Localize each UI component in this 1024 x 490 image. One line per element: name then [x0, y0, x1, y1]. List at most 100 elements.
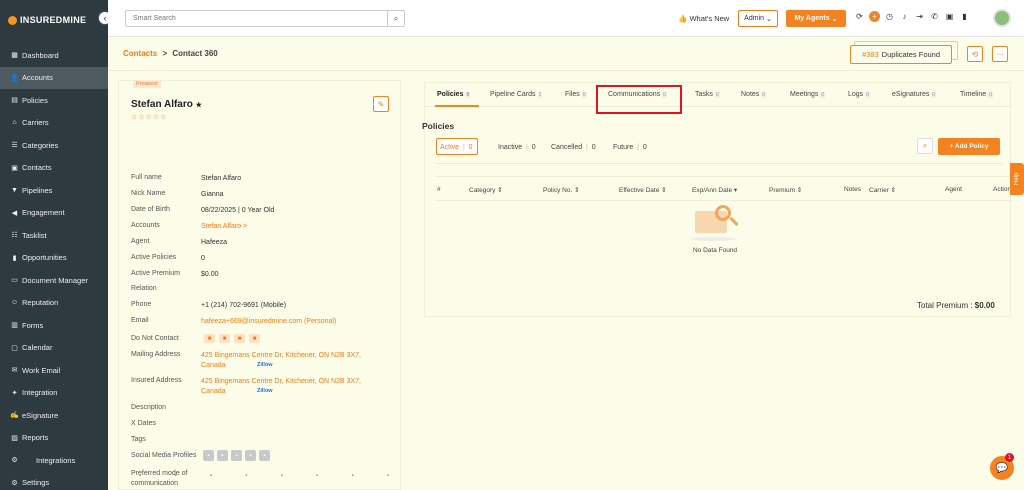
- sync-button[interactable]: ⟲: [967, 46, 983, 62]
- zillow-link[interactable]: Zillow: [257, 362, 273, 368]
- sidebar-item-accounts[interactable]: 👤 Accounts: [0, 66, 108, 89]
- sidebar-item-work-email[interactable]: ✉ Work Email: [0, 359, 108, 382]
- bell-icon[interactable]: ♪: [897, 12, 912, 21]
- filter-cancelled[interactable]: Cancelled | 0: [551, 144, 596, 151]
- action-icon[interactable]: ▪: [351, 473, 353, 479]
- linkedin-icon[interactable]: ▪: [203, 450, 214, 461]
- column-header[interactable]: Policy No. ⇕: [543, 186, 580, 194]
- tab-count: 0: [988, 92, 993, 98]
- plus-icon[interactable]: +: [869, 11, 880, 22]
- instagram-icon[interactable]: ▪: [245, 450, 256, 461]
- device-icon[interactable]: ▮: [957, 12, 972, 21]
- tab-esignatures[interactable]: eSignatures 0: [892, 91, 937, 98]
- edit-contact-button[interactable]: ✎: [373, 96, 389, 112]
- no-data-text: No Data Found: [692, 247, 738, 254]
- brand-logo[interactable]: INSUREDMINE: [0, 0, 108, 40]
- clock-icon[interactable]: ◷: [882, 12, 897, 21]
- add-policy-button[interactable]: + Add Policy: [938, 138, 1000, 155]
- sidebar-item-reputation[interactable]: ☺ Reputation: [0, 292, 108, 315]
- tab-tasks[interactable]: Tasks 0: [695, 91, 720, 98]
- refresh-icon[interactable]: ⟳: [852, 12, 867, 21]
- whats-new-link[interactable]: 👍 What's New: [678, 14, 729, 23]
- column-header[interactable]: Exp/Ann Date ▾: [692, 186, 737, 194]
- field-value[interactable]: 425 Bingemans Centre Dr, Kitchener, ON N…: [201, 377, 371, 397]
- field-label: Social Media Profiles: [131, 452, 197, 459]
- sidebar-item-policies[interactable]: ▤ Policies: [0, 89, 108, 112]
- field-value[interactable]: Stefan Alfaro >: [201, 222, 371, 232]
- globe-icon[interactable]: ▪: [259, 450, 270, 461]
- sidebar-item-engagement[interactable]: ◀ Engagement: [0, 202, 108, 225]
- column-header: #: [437, 186, 441, 193]
- facebook-icon[interactable]: ▪: [217, 450, 228, 461]
- sidebar-item-calendar[interactable]: ▢ Calendar: [0, 337, 108, 360]
- sidebar-item-forms[interactable]: ▥ Forms: [0, 314, 108, 337]
- duplicates-found-button[interactable]: #383 Duplicates Found: [850, 45, 952, 64]
- search-input[interactable]: [126, 11, 387, 26]
- filter-label: Inactive: [498, 144, 523, 151]
- column-header[interactable]: Category ⇕: [469, 186, 503, 194]
- column-header[interactable]: Premium ⇕: [769, 186, 802, 194]
- field-value[interactable]: 425 Bingemans Centre Dr, Kitchener, ON N…: [201, 351, 371, 371]
- action-icon[interactable]: ▪: [281, 473, 283, 479]
- filter-active[interactable]: Active | 0: [440, 144, 473, 151]
- person-icon: 👤: [10, 74, 19, 82]
- policy-search-button[interactable]: ⌕: [917, 138, 933, 154]
- tab-files[interactable]: Files 0: [565, 91, 587, 98]
- more-options-button[interactable]: ···: [992, 46, 1008, 62]
- chip-icon[interactable]: ▣: [942, 12, 957, 21]
- sidebar-item-opportunities[interactable]: ▮ Opportunities: [0, 247, 108, 270]
- tab-label: Files: [565, 91, 580, 98]
- action-icon[interactable]: ▪: [387, 473, 389, 479]
- search-icon[interactable]: ⌕: [387, 11, 404, 26]
- sidebar-item-document-manager[interactable]: ▭ Document Manager: [0, 269, 108, 292]
- reports-icon: ▨: [11, 434, 18, 442]
- tab-meetings[interactable]: Meetings 0: [790, 91, 826, 98]
- filter-inactive[interactable]: Inactive | 0: [498, 144, 536, 151]
- help-tab[interactable]: Help: [1010, 163, 1024, 195]
- action-icon[interactable]: ▪: [174, 473, 176, 479]
- chat-icon[interactable]: ■: [219, 334, 230, 343]
- breadcrumb-contacts[interactable]: Contacts: [123, 49, 157, 58]
- tab-notes[interactable]: Notes 0: [741, 91, 767, 98]
- sidebar-item-reports[interactable]: ▨ Reports: [0, 427, 108, 450]
- sidebar-item-settings[interactable]: ⚙ Settings: [0, 472, 108, 490]
- sms-icon[interactable]: ■: [204, 334, 215, 343]
- smart-search: ⌕: [125, 10, 405, 27]
- action-icon[interactable]: ▪: [245, 473, 247, 479]
- star-icon[interactable]: ★: [196, 102, 202, 109]
- sidebar-item-carriers[interactable]: ⌂ Carriers: [0, 112, 108, 135]
- twitter-icon[interactable]: ▪: [231, 450, 242, 461]
- sidebar-item-integration[interactable]: ✦ Integration: [0, 382, 108, 405]
- tab-timeline[interactable]: Timeline 0: [960, 91, 993, 98]
- admin-dropdown[interactable]: Admin ⌄: [738, 10, 778, 27]
- zillow-link[interactable]: Zillow: [257, 388, 273, 394]
- chat-icon: 💬: [995, 462, 1009, 474]
- sidebar-item-pipelines[interactable]: ▼ Pipelines: [0, 179, 108, 202]
- action-icon[interactable]: ▪: [210, 473, 212, 479]
- sidebar-item-tasklist[interactable]: ☷ Tasklist: [0, 224, 108, 247]
- action-icon[interactable]: ▪: [139, 473, 141, 479]
- mail-icon[interactable]: ■: [249, 334, 260, 343]
- tab-policies[interactable]: Policies 0: [437, 91, 471, 98]
- sidebar-item-categories[interactable]: ☰ Categories: [0, 134, 108, 157]
- action-icon[interactable]: ▪: [316, 473, 318, 479]
- sidebar-item-label: Categories: [22, 140, 59, 150]
- sidebar-item-integrations[interactable]: ⚙ Integrations: [0, 449, 108, 472]
- user-avatar[interactable]: [993, 9, 1011, 27]
- field-value[interactable]: hafeeza+669@insuredmine.com (Personal): [201, 317, 371, 327]
- phone-icon[interactable]: ■: [234, 334, 245, 343]
- tab-bar: Policies 0 Pipeline Cards 1 Files 0 Communicat…: [425, 83, 1012, 107]
- login-icon[interactable]: ⇥: [912, 12, 927, 21]
- column-header[interactable]: Effective Date ⇕: [619, 186, 667, 194]
- tab-pipeline-cards[interactable]: Pipeline Cards 1: [490, 91, 543, 98]
- sidebar-item-contacts[interactable]: ▣ Contacts: [0, 157, 108, 180]
- tab-logs[interactable]: Logs 0: [848, 91, 870, 98]
- column-header[interactable]: Carrier ⇕: [869, 186, 896, 194]
- rating-stars[interactable]: ☆☆☆☆☆: [131, 113, 167, 121]
- my-agents-button[interactable]: My Agents ⌄: [786, 10, 846, 27]
- phone-icon[interactable]: ✆: [927, 12, 942, 21]
- sidebar-item-esignature[interactable]: ✍ eSignature: [0, 404, 108, 427]
- chat-launcher-button[interactable]: 💬 1: [990, 453, 1014, 480]
- sidebar-item-dashboard[interactable]: ▦ Dashboard: [0, 44, 108, 67]
- filter-future[interactable]: Future | 0: [613, 144, 647, 151]
